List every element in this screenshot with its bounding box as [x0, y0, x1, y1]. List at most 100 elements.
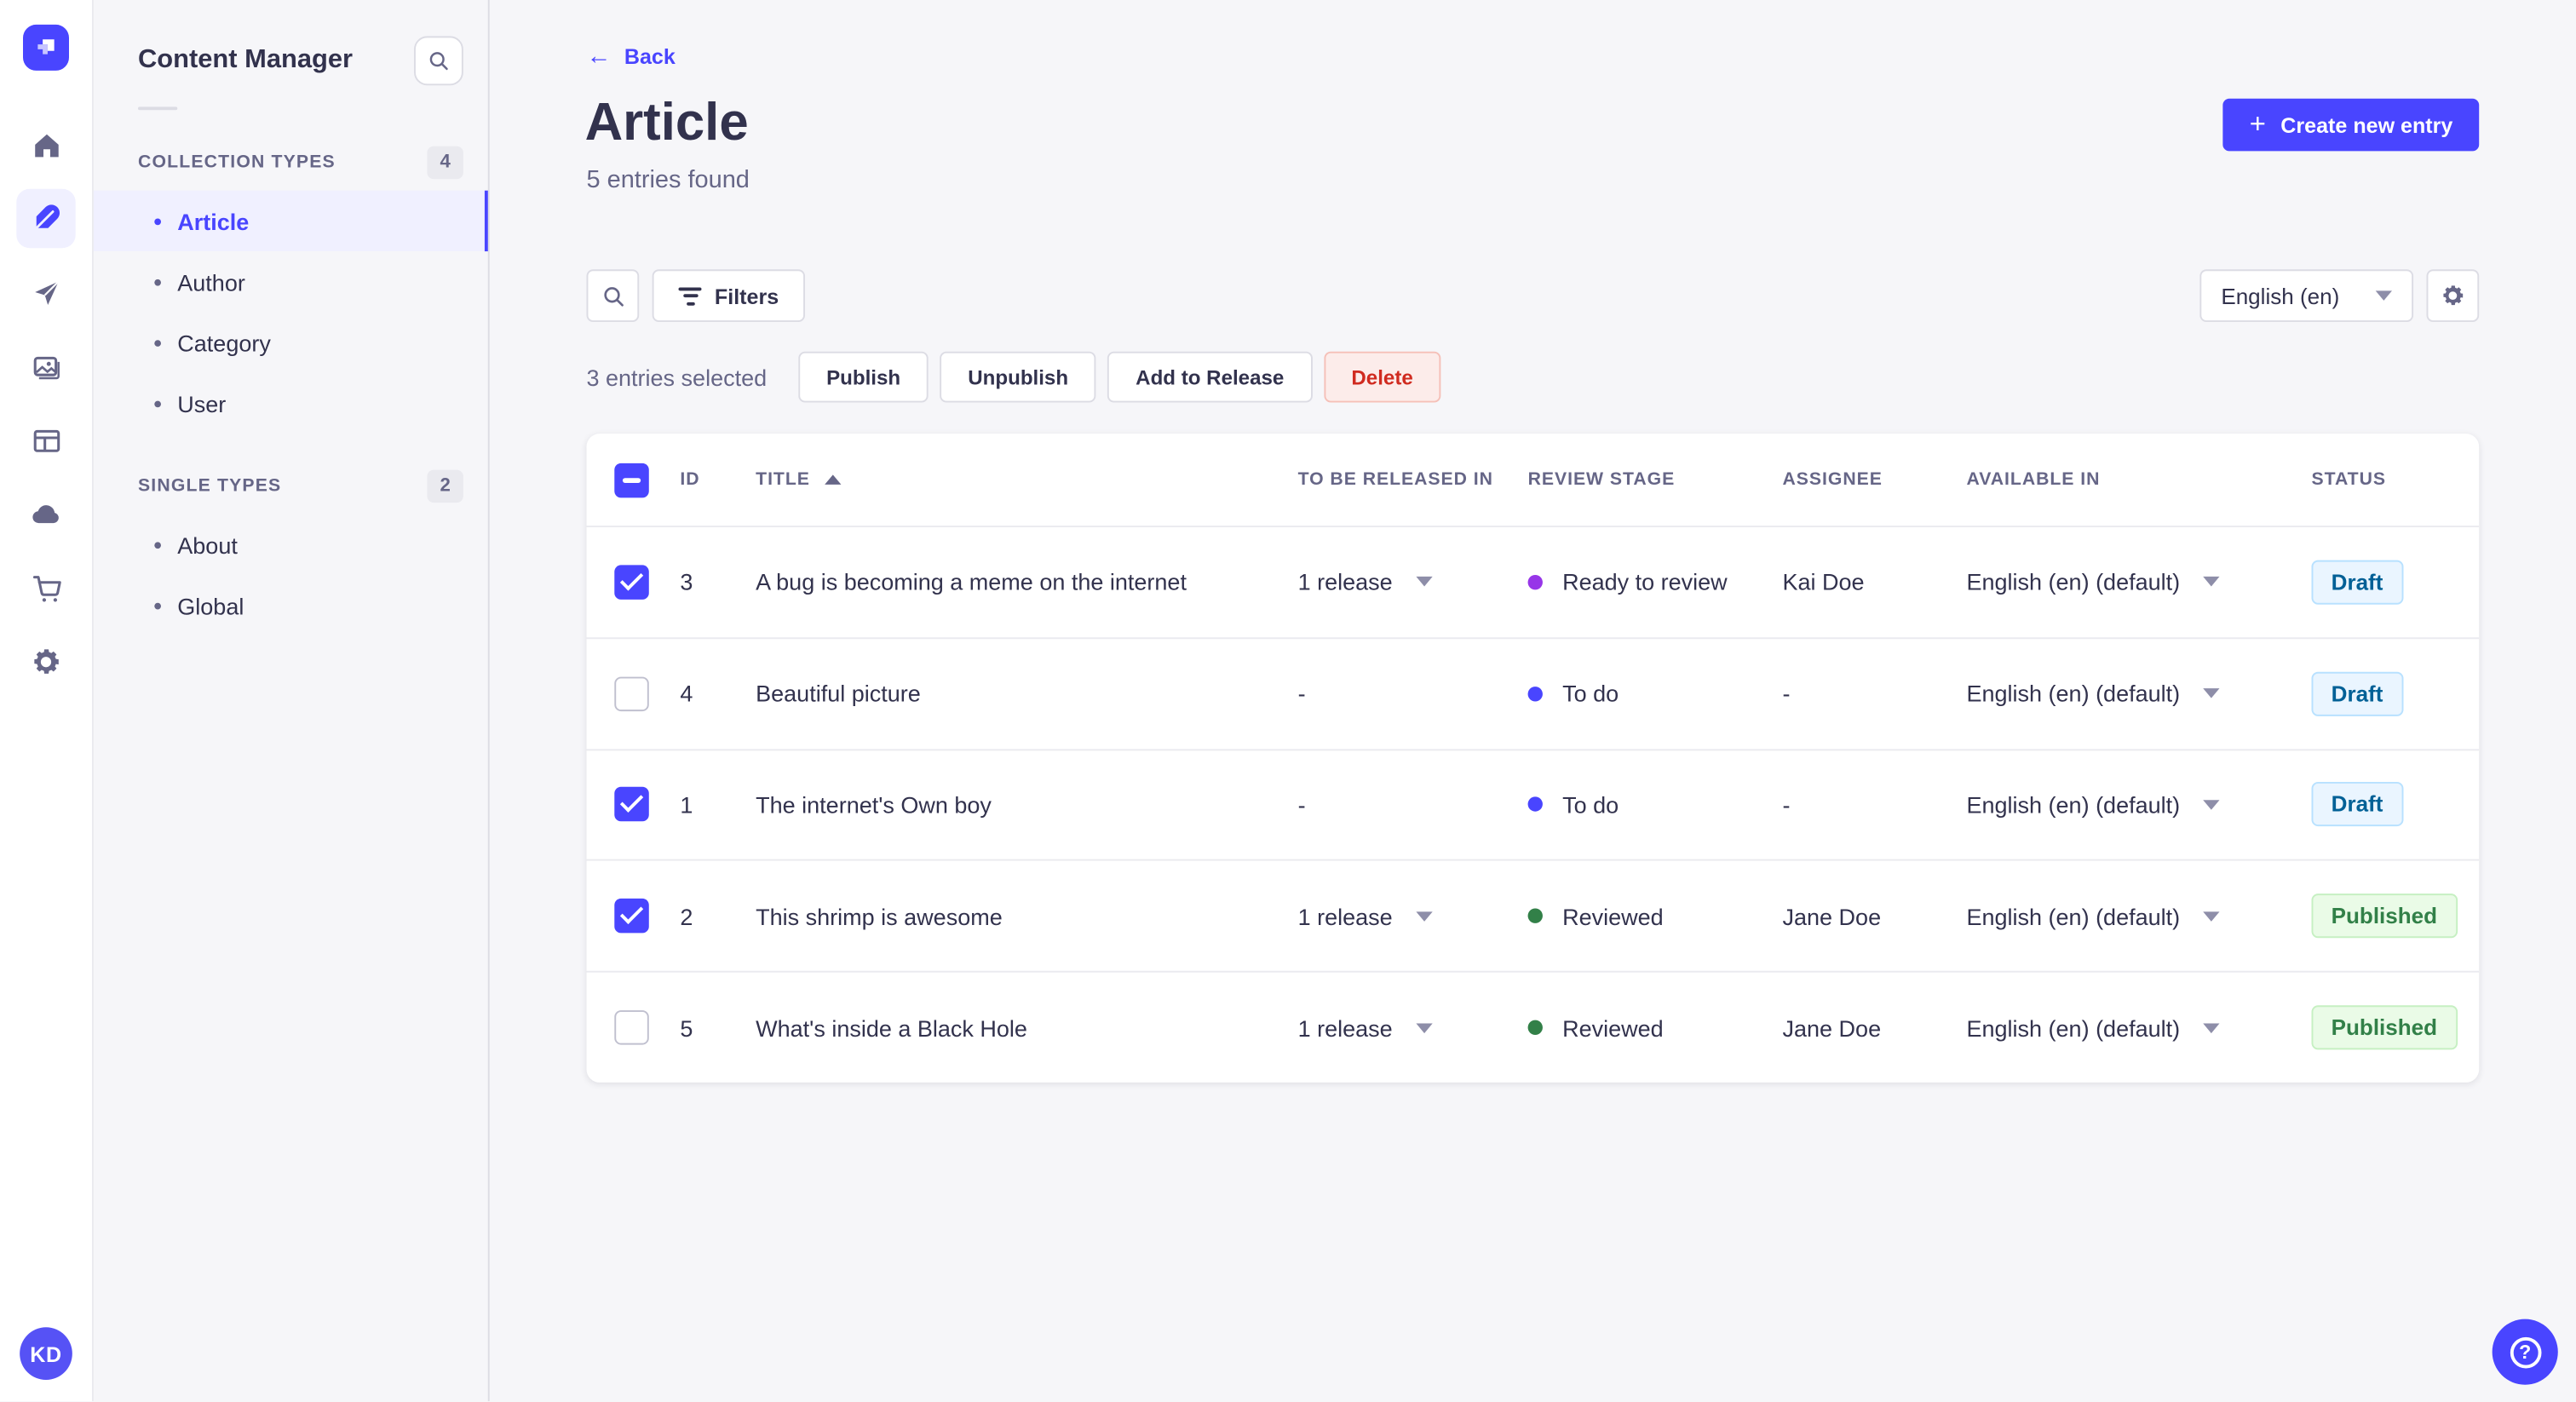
filters-button[interactable]: Filters [652, 269, 806, 322]
sidebar-item-global[interactable]: Global [94, 575, 488, 635]
subnav-search-button[interactable] [413, 36, 463, 86]
single-types-label: SINGLE TYPES [137, 476, 282, 497]
release-caret-icon[interactable] [1415, 1022, 1432, 1033]
col-header-status[interactable]: STATUS [2311, 470, 2479, 490]
locale-caret-icon[interactable] [2203, 911, 2220, 922]
nav-releases-icon[interactable] [16, 263, 75, 322]
bullet-icon [154, 217, 161, 225]
locale-caret-icon[interactable] [2203, 577, 2220, 588]
locale-select[interactable]: English (en) [2199, 269, 2414, 322]
row-checkbox[interactable] [614, 787, 649, 823]
entry-title: This shrimp is awesome [756, 903, 1003, 930]
available-locale: English (en) (default) [1966, 1014, 2181, 1041]
sidebar-item-label: Global [177, 592, 244, 619]
sidebar-item-label: Author [177, 268, 245, 296]
status-badge: Published [2311, 893, 2458, 939]
list-toolbar: Filters English (en) [586, 269, 2480, 322]
entry-assignee: Kai Doe [1782, 569, 1865, 595]
review-stage-dot [1527, 797, 1543, 813]
help-button[interactable]: ? [2492, 1319, 2558, 1385]
review-stage-label: To do [1562, 791, 1619, 819]
col-header-released[interactable]: TO BE RELEASED IN [1298, 470, 1528, 490]
review-stage-dot [1527, 686, 1543, 701]
entry-title: What's inside a Black Hole [756, 1014, 1027, 1041]
selection-bar: 3 entries selected Publish Unpublish Add… [586, 351, 1452, 403]
sidebar-item-label: User [177, 390, 227, 417]
available-locale: English (en) (default) [1966, 680, 2181, 707]
nav-media-library-icon[interactable] [16, 336, 75, 395]
col-header-assignee[interactable]: ASSIGNEE [1782, 470, 1966, 490]
subnav-divider [137, 106, 178, 111]
table-row[interactable]: 4 Beautiful picture - To do - English (e… [586, 636, 2480, 749]
review-stage-label: Reviewed [1562, 1014, 1664, 1041]
sidebar-item-author[interactable]: Author [94, 251, 488, 312]
create-new-entry-button[interactable]: + Create new entry [2222, 98, 2480, 152]
row-checkbox[interactable] [614, 675, 649, 711]
nav-content-type-builder-icon[interactable] [16, 411, 75, 469]
bullet-icon [154, 601, 161, 609]
available-locale: English (en) (default) [1966, 569, 2181, 595]
gear-icon [2443, 285, 2464, 306]
col-header-id[interactable]: ID [680, 470, 756, 490]
review-stage-label: Reviewed [1562, 903, 1664, 930]
filters-label: Filters [714, 283, 779, 308]
col-header-title[interactable]: TITLE [756, 470, 1297, 490]
entry-id: 2 [680, 903, 693, 930]
row-checkbox[interactable] [614, 1010, 649, 1045]
status-badge: Draft [2311, 560, 2403, 605]
row-checkbox[interactable] [614, 899, 649, 934]
review-stage-label: To do [1562, 680, 1619, 707]
entries-table: ID TITLE TO BE RELEASED IN REVIEW STAGE … [586, 434, 2480, 1083]
locale-caret-icon[interactable] [2203, 800, 2220, 810]
sidebar-item-about[interactable]: About [94, 514, 488, 575]
release-caret-icon[interactable] [1415, 577, 1432, 588]
entry-id: 4 [680, 680, 693, 707]
col-header-review-stage[interactable]: REVIEW STAGE [1528, 470, 1783, 490]
user-avatar[interactable]: KD [20, 1327, 72, 1380]
bullet-icon [154, 278, 161, 285]
locale-caret-icon[interactable] [2203, 688, 2220, 699]
content-manager-subnav: Content Manager COLLECTION TYPES 4 Artic… [93, 0, 490, 1402]
unpublish-button[interactable]: Unpublish [940, 351, 1096, 403]
table-row[interactable]: 2 This shrimp is awesome 1 release Revie… [586, 859, 2480, 971]
selection-count: 3 entries selected [586, 364, 768, 391]
available-locale: English (en) (default) [1966, 903, 2181, 930]
nav-home-icon[interactable] [16, 115, 75, 174]
search-button[interactable] [586, 269, 640, 322]
back-link[interactable]: ← Back [586, 44, 675, 69]
single-types-count-badge: 2 [427, 469, 463, 503]
sidebar-item-label: Category [177, 329, 271, 356]
table-row[interactable]: 5 What's inside a Black Hole 1 release R… [586, 971, 2480, 1083]
available-locale: English (en) (default) [1966, 791, 2181, 819]
nav-settings-icon[interactable] [16, 632, 75, 691]
collection-types-menu: Article Author Category User [93, 190, 488, 434]
release-count: 1 release [1297, 569, 1393, 595]
table-row[interactable]: 3 A bug is becoming a meme on the intern… [586, 526, 2480, 637]
nav-deploy-icon[interactable] [16, 485, 75, 543]
create-new-entry-label: Create new entry [2280, 112, 2453, 138]
view-settings-button[interactable] [2426, 269, 2480, 322]
add-to-release-button[interactable]: Add to Release [1107, 351, 1313, 403]
strapi-logo[interactable] [22, 24, 69, 71]
review-stage-dot [1527, 1020, 1543, 1036]
nav-marketplace-icon[interactable] [16, 559, 75, 618]
filter-icon [678, 286, 702, 305]
select-all-checkbox[interactable] [614, 462, 649, 497]
entry-title: A bug is becoming a meme on the internet [756, 569, 1187, 595]
nav-icons [16, 115, 76, 692]
sidebar-item-article[interactable]: Article [93, 190, 488, 252]
nav-content-manager-icon[interactable] [16, 188, 76, 249]
table-row[interactable]: 1 The internet's Own boy - To do - Engli… [586, 748, 2480, 860]
sidebar-item-user[interactable]: User [94, 373, 488, 434]
sidebar-item-category[interactable]: Category [94, 312, 488, 372]
collection-types-count-badge: 4 [427, 146, 463, 180]
delete-button[interactable]: Delete [1323, 351, 1441, 403]
row-checkbox[interactable] [614, 565, 649, 600]
col-header-available-in[interactable]: AVAILABLE IN [1966, 470, 2311, 490]
status-badge: Draft [2311, 782, 2403, 828]
publish-button[interactable]: Publish [798, 351, 929, 403]
locale-caret-icon[interactable] [2203, 1022, 2220, 1033]
release-caret-icon[interactable] [1415, 911, 1432, 922]
release-count: - [1297, 791, 1306, 819]
bullet-icon [154, 541, 161, 549]
